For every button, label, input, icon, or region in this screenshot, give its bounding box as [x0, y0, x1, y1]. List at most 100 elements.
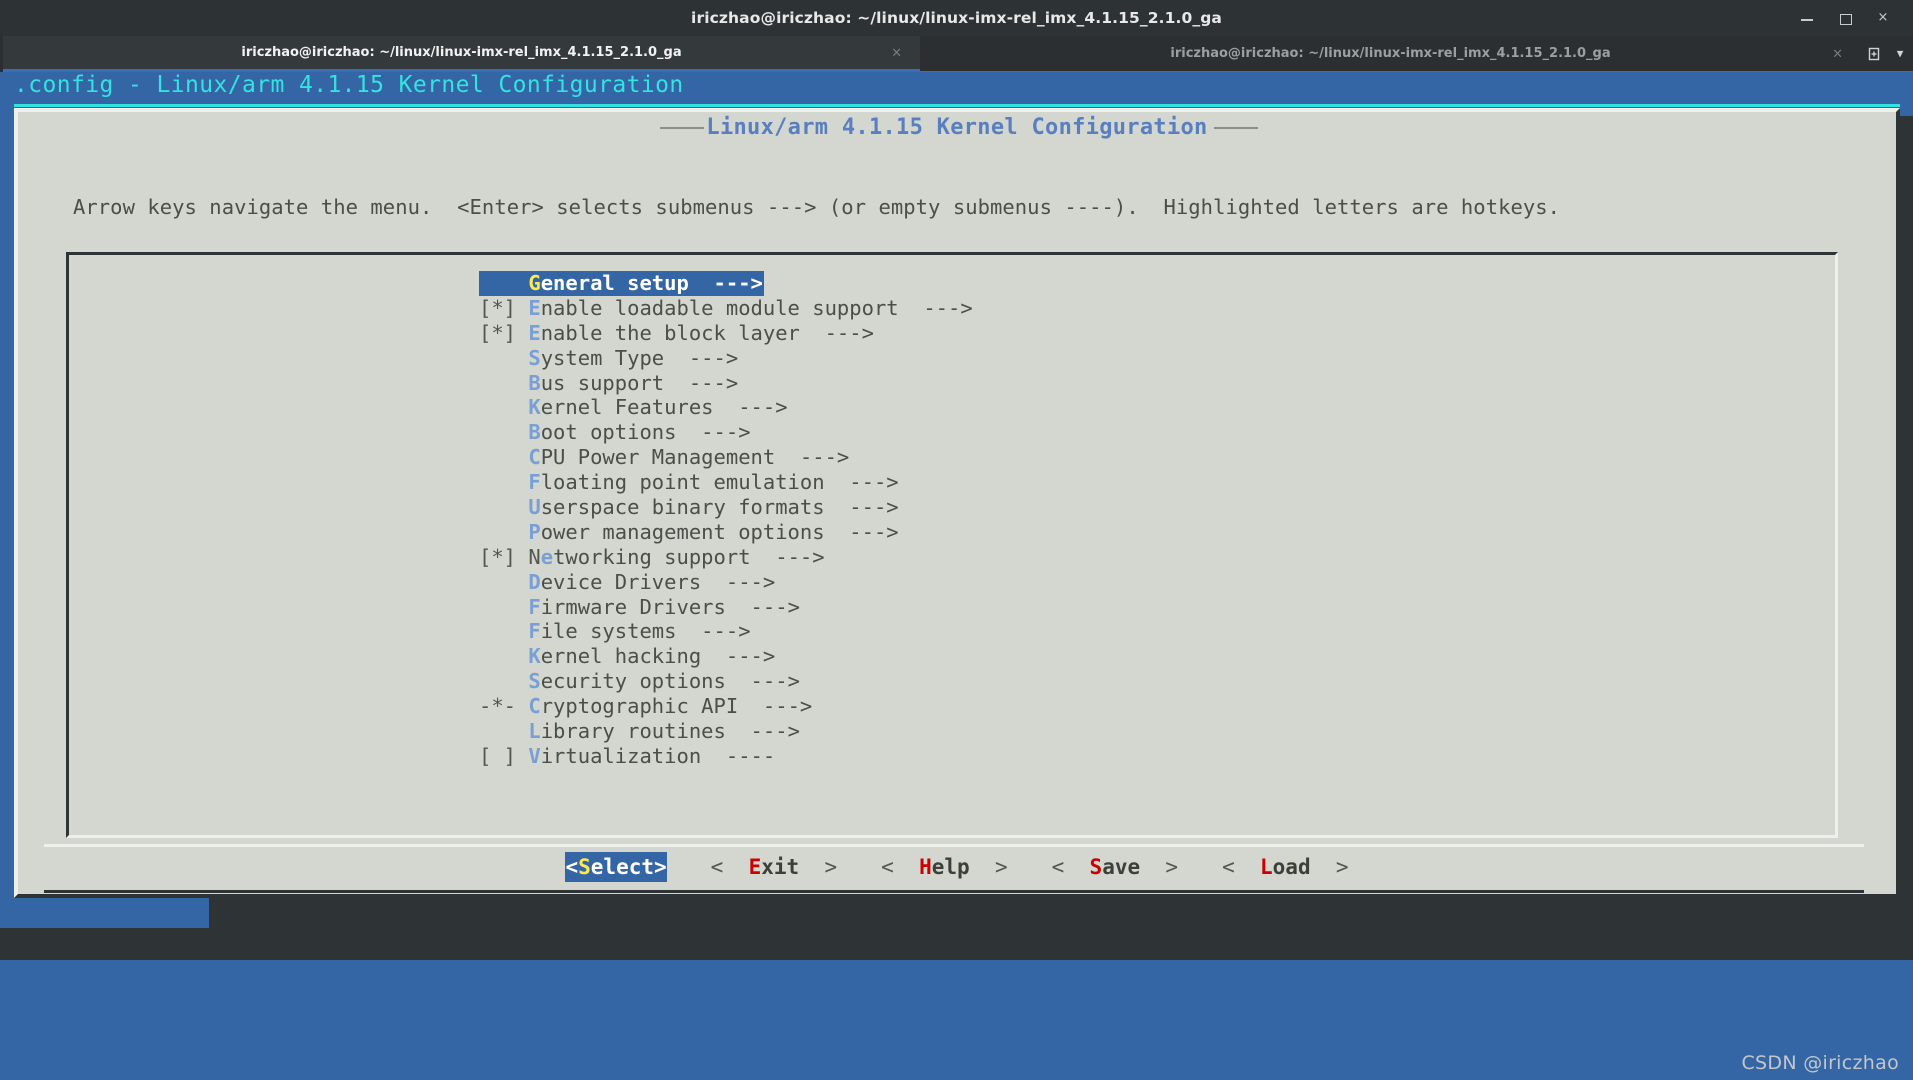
menu-item-1[interactable]: [*] Enable loadable module support ---> [479, 296, 973, 321]
menu-item-15-submenu-arrow-icon: ---> [701, 644, 776, 669]
menu-item-14-hotkey: F [528, 619, 541, 644]
menu-item-0-hotkey: G [528, 271, 541, 295]
button-2-hotkey: H [919, 855, 932, 879]
menuconfig-dialog: Linux/arm 4.1.15 Kernel Configuration Ar… [14, 108, 1900, 898]
menu-item-12[interactable]: Device Drivers ---> [479, 570, 973, 595]
menu-item-16-label: ecurity options [540, 669, 726, 694]
menu-item-7-prefix [479, 445, 528, 469]
menu-item-17-label: ryptographic API [540, 694, 739, 719]
menu-listbox: General setup ---> [*] Enable loadable mo… [66, 252, 1838, 838]
menu-item-3-prefix [479, 346, 528, 370]
instruction-line-0: Arrow keys navigate the menu. <Enter> se… [73, 195, 1561, 219]
menu-item-5-prefix [479, 395, 528, 419]
menu-item-8-hotkey: F [528, 470, 541, 495]
button-0-open-bracket: < [565, 855, 579, 879]
menu-item-17-prefix: -*- [479, 694, 529, 719]
menu-item-14-label: ile systems [540, 619, 677, 644]
menu-item-3[interactable]: System Type ---> [479, 346, 973, 371]
dialog-separator-top [44, 844, 1864, 847]
minimize-icon[interactable] [1799, 10, 1815, 26]
menu-item-19-label: irtualization [540, 743, 702, 768]
menu-item-10-prefix [479, 520, 528, 544]
menu-item-11[interactable]: [*] Networking support ---> [479, 545, 973, 570]
button-oad[interactable]: < Load > [1222, 852, 1348, 882]
menu-item-9[interactable]: Userspace binary formats ---> [479, 495, 973, 520]
menu-item-17[interactable]: -*- Cryptographic API ---> [479, 694, 973, 719]
tab-bar: iriczhao@iriczhao: ~/linux/linux-imx-rel… [0, 36, 1913, 72]
button-2-label: elp [931, 855, 970, 879]
menu-item-18-prefix [479, 719, 528, 743]
tab-1[interactable]: iriczhao@iriczhao: ~/linux/linux-imx-rel… [920, 36, 1861, 72]
menu-item-0-rowwrap: General setup ---> [479, 271, 973, 296]
menu-item-13-hotkey: F [528, 594, 541, 619]
menu-item-15[interactable]: Kernel hacking ---> [479, 644, 973, 669]
menu-item-13-prefix [479, 595, 528, 619]
menu-item-16-prefix [479, 669, 528, 693]
menu-item-16-submenu-arrow-icon: ---> [725, 669, 800, 694]
menu-item-0-submenu-arrow-icon: ---> [688, 271, 763, 295]
menu-item-17-hotkey: C [528, 694, 541, 719]
tab-0[interactable]: iriczhao@iriczhao: ~/linux/linux-imx-rel… [3, 36, 920, 72]
menu-item-7[interactable]: CPU Power Management ---> [479, 445, 973, 470]
menu-item-6-label: oot options [540, 420, 677, 445]
watermark: CSDN @iriczhao [1741, 1052, 1899, 1074]
menu-item-5-hotkey: K [528, 395, 541, 420]
menu-item-6-hotkey: B [528, 420, 541, 445]
menu-item-15-hotkey: K [528, 644, 541, 669]
menu-item-6[interactable]: Boot options ---> [479, 420, 973, 445]
button-4-open-bracket: < [1222, 855, 1260, 879]
dialog-title: Linux/arm 4.1.15 Kernel Configuration [706, 115, 1208, 140]
menu-item-16[interactable]: Security options ---> [479, 669, 973, 694]
menu-item-6-submenu-arrow-icon: ---> [676, 420, 751, 445]
close-icon[interactable]: × [1875, 10, 1891, 26]
menu-item-4[interactable]: Bus support ---> [479, 371, 973, 396]
maximize-icon[interactable] [1837, 10, 1853, 26]
menu-item-13-label: irmware Drivers [540, 594, 726, 619]
tab-0-close-icon[interactable]: × [891, 45, 902, 60]
menu-item-18[interactable]: Library routines ---> [479, 719, 973, 744]
menu-item-7-label: PU Power Management [540, 445, 776, 470]
menu-item-12-hotkey: D [528, 569, 541, 594]
menu-item-8-submenu-arrow-icon: ---> [824, 470, 899, 495]
menu-item-14[interactable]: File systems ---> [479, 619, 973, 644]
menu-item-5-label: ernel Features [540, 395, 714, 420]
menu-item-5[interactable]: Kernel Features ---> [479, 395, 973, 420]
menu-item-8[interactable]: Floating point emulation ---> [479, 470, 973, 495]
dialog-button-bar: <Select> < Exit > < Help > < Save > < Load > [18, 852, 1896, 882]
menu-item-1-prefix: [*] [479, 295, 529, 320]
menu-item-19-prefix: [ ] [479, 743, 529, 768]
menu-item-18-label: ibrary routines [540, 719, 726, 744]
menu-item-0[interactable]: General setup ---> [479, 271, 764, 296]
menu-item-13[interactable]: Firmware Drivers ---> [479, 595, 973, 620]
menu-items-container: General setup ---> [*] Enable loadable mo… [479, 271, 973, 769]
button-0-close-bracket: > [654, 855, 667, 879]
button-3-hotkey: S [1089, 855, 1103, 879]
button-elect[interactable]: <Select> [565, 852, 667, 882]
new-tab-icon[interactable] [1861, 36, 1887, 72]
menu-item-2-prefix: [*] [479, 320, 529, 345]
menu-item-3-hotkey: S [528, 345, 541, 370]
menu-item-19[interactable]: [ ] Virtualization ---- [479, 744, 973, 769]
menu-item-18-submenu-arrow-icon: ---> [725, 719, 800, 744]
chevron-down-icon[interactable]: ▼ [1887, 36, 1913, 72]
menu-item-19-hotkey: V [528, 743, 541, 768]
menu-item-15-label: ernel hacking [540, 644, 702, 669]
menu-item-3-submenu-arrow-icon: ---> [664, 345, 739, 370]
button-1-open-bracket: < [710, 855, 749, 879]
tab-1-close-icon[interactable]: × [1832, 46, 1843, 61]
menu-item-10-hotkey: P [528, 519, 541, 544]
dialog-separator-bottom [44, 890, 1864, 893]
button-elp[interactable]: < Help > [881, 852, 1007, 882]
menu-item-4-submenu-arrow-icon: ---> [664, 370, 739, 395]
terminal-bottom-strip [0, 928, 1913, 960]
menu-item-11-prefix: [*] N [479, 544, 541, 569]
menu-item-2[interactable]: [*] Enable the block layer ---> [479, 321, 973, 346]
button-ave[interactable]: < Save > [1052, 852, 1178, 882]
button-0-label: elect [590, 855, 654, 879]
menu-item-4-hotkey: B [528, 370, 541, 395]
button-4-close-bracket: > [1310, 855, 1349, 879]
menu-item-12-submenu-arrow-icon: ---> [701, 569, 776, 594]
button-xit[interactable]: < Exit > [711, 852, 837, 882]
menu-item-10[interactable]: Power management options ---> [479, 520, 973, 545]
menu-item-0-label: eneral setup [540, 271, 689, 295]
